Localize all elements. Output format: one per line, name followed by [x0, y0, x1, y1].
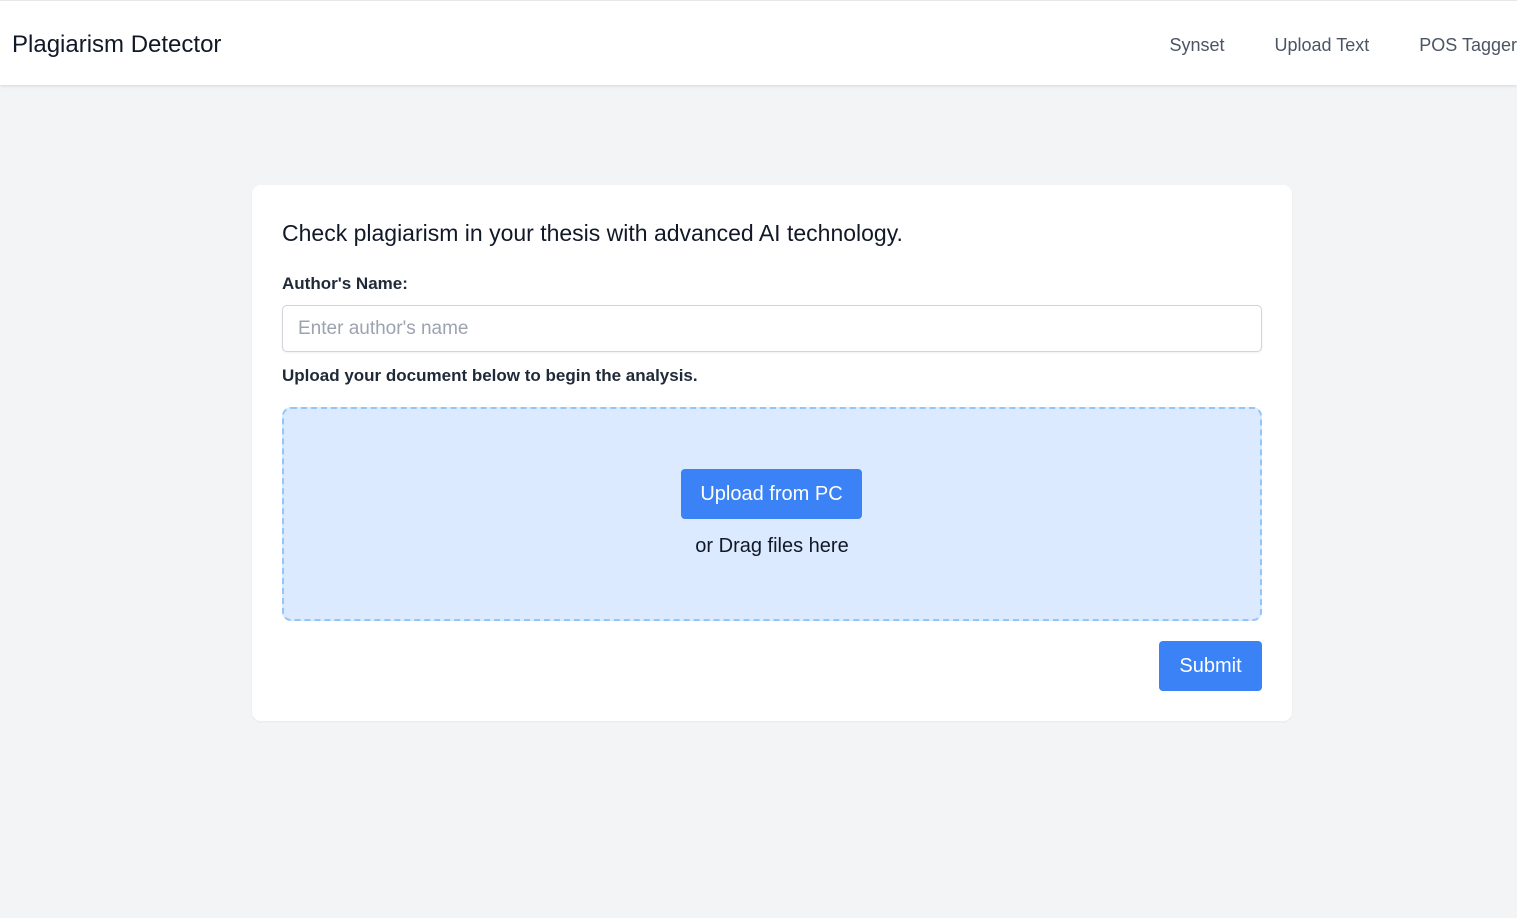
nav-link-pos-tagger[interactable]: POS Tagger — [1419, 35, 1517, 56]
nav-links: Synset Upload Text POS Tagger — [1120, 34, 1517, 56]
upload-from-pc-button[interactable]: Upload from PC — [681, 469, 862, 519]
submit-button[interactable]: Submit — [1159, 641, 1262, 691]
author-name-input[interactable] — [282, 305, 1262, 352]
upload-card: Check plagiarism in your thesis with adv… — [252, 185, 1292, 721]
nav-link-upload-text[interactable]: Upload Text — [1275, 35, 1370, 56]
top-navbar: Plagiarism Detector Synset Upload Text P… — [0, 0, 1517, 85]
card-headline: Check plagiarism in your thesis with adv… — [282, 220, 903, 246]
file-dropzone[interactable]: Upload from PC or Drag files here — [282, 407, 1262, 621]
author-name-label: Author's Name: — [282, 274, 408, 293]
nav-link-synset[interactable]: Synset — [1170, 35, 1225, 56]
drag-files-hint: or Drag files here — [695, 535, 849, 557]
brand-title[interactable]: Plagiarism Detector — [12, 30, 221, 60]
upload-instructions: Upload your document below to begin the … — [282, 366, 698, 385]
